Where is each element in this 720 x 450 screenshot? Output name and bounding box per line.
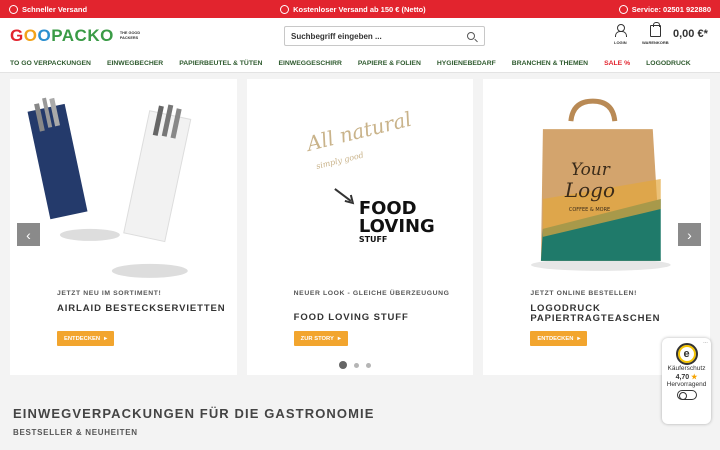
chevron-right-icon: › — [687, 226, 692, 243]
slider-dot-2[interactable] — [354, 362, 359, 368]
slide-cta-label: ZUR STORY — [300, 335, 334, 342]
nav-branchen-themen[interactable]: BRANCHEN & THEMEN — [512, 60, 588, 67]
logo-wordmark: GOOPACKO — [10, 26, 114, 45]
free-shipping-info: Kostenloser Versand ab 150 € (Netto) — [280, 4, 426, 14]
slider-next-button[interactable]: › — [678, 223, 701, 246]
nav-logodruck[interactable]: LOGODRUCK — [646, 60, 691, 67]
brand-logo[interactable]: GOOPACKO THE GOOD PACKERS — [10, 26, 148, 46]
slide-cta-button[interactable]: ENTDECKEN ▸ — [57, 331, 114, 346]
logo-tagline: THE GOOD PACKERS — [119, 31, 141, 40]
cart-button[interactable]: WARENKORB — [642, 22, 669, 45]
slide-title: FOOD LOVING STUFF — [293, 312, 409, 323]
search-icon[interactable] — [467, 32, 475, 40]
fast-shipping-info: Schneller Versand — [9, 4, 88, 14]
nav-to-go-verpackungen[interactable]: TO GO VERPACKUNGEN — [10, 60, 91, 67]
slide-subtitle: JETZT ONLINE BESTELLEN! — [530, 290, 638, 297]
nav-einweggeschirr[interactable]: EINWEGGESCHIRR — [278, 60, 341, 67]
cart-total[interactable]: 0,00 €* — [673, 28, 708, 40]
slider-dot-1[interactable] — [339, 361, 347, 369]
slide-cta-label: ENTDECKEN — [537, 335, 574, 342]
slider-prev-button[interactable]: ‹ — [17, 223, 40, 246]
trust-seal-icon: e — [675, 343, 698, 365]
login-label: LOGIN — [614, 40, 627, 45]
slide-subtitle: JETZT NEU IM SORTIMENT! — [57, 290, 162, 297]
cart-label: WARENKORB — [642, 40, 669, 45]
headset-icon — [618, 4, 628, 14]
login-button[interactable]: LOGIN — [614, 24, 628, 45]
chevron-left-icon: ‹ — [26, 226, 31, 243]
arrow-right-icon: ▸ — [104, 335, 107, 342]
hero-slider: JETZT NEU IM SORTIMENT! AIRLAID BESTECKS… — [0, 73, 720, 375]
slide-title: LOGODRUCK PAPIERTRAGTEASCHEN — [530, 303, 661, 324]
slide-card-food-loving[interactable]: All natural simply good FOOD LOVING STUF… — [246, 79, 474, 375]
nav-papierbeutel[interactable]: PAPIERBEUTEL & TÜTEN — [179, 60, 262, 67]
truck-icon — [280, 4, 290, 14]
fast-shipping-text: Schneller Versand — [22, 4, 88, 14]
slide-card-logodruck[interactable]: Your Logo COFFEE & MORE JETZT ONLINE BES… — [483, 79, 711, 375]
rating-value: 4,70 ★ — [676, 373, 698, 381]
search-input[interactable] — [291, 31, 461, 41]
site-header: GOOPACKO THE GOOD PACKERS LOGIN WARENKOR… — [0, 18, 720, 54]
slide-title: AIRLAID BESTECKSERVIETTEN — [57, 303, 226, 314]
close-icon[interactable]: … — [703, 339, 708, 345]
arrow-right-icon: ▸ — [577, 335, 581, 342]
svg-text:Logo: Logo — [564, 178, 615, 202]
slider-dot-3[interactable] — [366, 362, 371, 368]
slide-cta-button[interactable]: ZUR STORY ▸ — [293, 331, 348, 346]
top-info-bar: Schneller Versand Kostenloser Versand ab… — [0, 0, 720, 18]
main-navigation: TO GO VERPACKUNGEN EINWEGBECHER PAPIERBE… — [0, 54, 720, 73]
section-title: EINWEGVERPACKUNGEN FÜR DIE GASTRONOMIE — [13, 406, 375, 421]
slide-subtitle: NEUER LOOK - GLEICHE ÜBERZEUGUNG — [293, 290, 450, 297]
rating-number: 4,70 — [675, 374, 690, 381]
svg-text:All natural: All natural — [302, 107, 414, 157]
slider-pagination — [339, 361, 371, 369]
shopping-bag-icon — [649, 22, 661, 37]
slide-cta-label: ENTDECKEN — [64, 335, 101, 342]
svg-text:simply good: simply good — [315, 150, 364, 171]
nav-sale[interactable]: SALE % — [604, 60, 630, 67]
trusted-shops-badge[interactable]: … e Käuferschutz 4,70 ★ Hervorragend — [662, 338, 711, 424]
slide-card-napkins[interactable]: JETZT NEU IM SORTIMENT! AIRLAID BESTECKS… — [10, 79, 237, 375]
svg-text:COFFEE & MORE: COFFEE & MORE — [569, 207, 610, 213]
paper-bag-image: Your Logo COFFEE & MORE — [531, 98, 672, 271]
food-loving-stuff-image: All natural simply good FOOD LOVING STUF… — [302, 107, 435, 244]
slide-cta-button[interactable]: ENTDECKEN ▸ — [530, 331, 588, 346]
nav-einwegbecher[interactable]: EINWEGBECHER — [107, 60, 163, 67]
napkin-product-image — [27, 97, 192, 278]
service-hotline-text: Service: 02501 922880 — [631, 4, 711, 14]
star-icon: ★ — [691, 374, 698, 381]
trust-toggle[interactable] — [676, 390, 697, 400]
user-icon — [615, 24, 628, 37]
rating-verdict: Hervorragend — [666, 381, 707, 388]
clock-icon — [9, 4, 18, 14]
svg-text:STUFF: STUFF — [359, 235, 388, 244]
svg-text:LOVING: LOVING — [359, 216, 435, 237]
search-bar[interactable] — [284, 26, 485, 46]
nav-hygienebedarf[interactable]: HYGIENEBEDARF — [437, 60, 496, 67]
arrow-right-icon: ▸ — [337, 335, 341, 342]
nav-papiere-folien[interactable]: PAPIERE & FOLIEN — [358, 60, 421, 67]
service-hotline[interactable]: Service: 02501 922880 — [618, 4, 711, 14]
buyer-protection-label: Käuferschutz — [667, 365, 706, 372]
section-subtitle: BESTSELLER & NEUHEITEN — [13, 428, 138, 437]
free-shipping-text: Kostenloser Versand ab 150 € (Netto) — [293, 4, 426, 14]
